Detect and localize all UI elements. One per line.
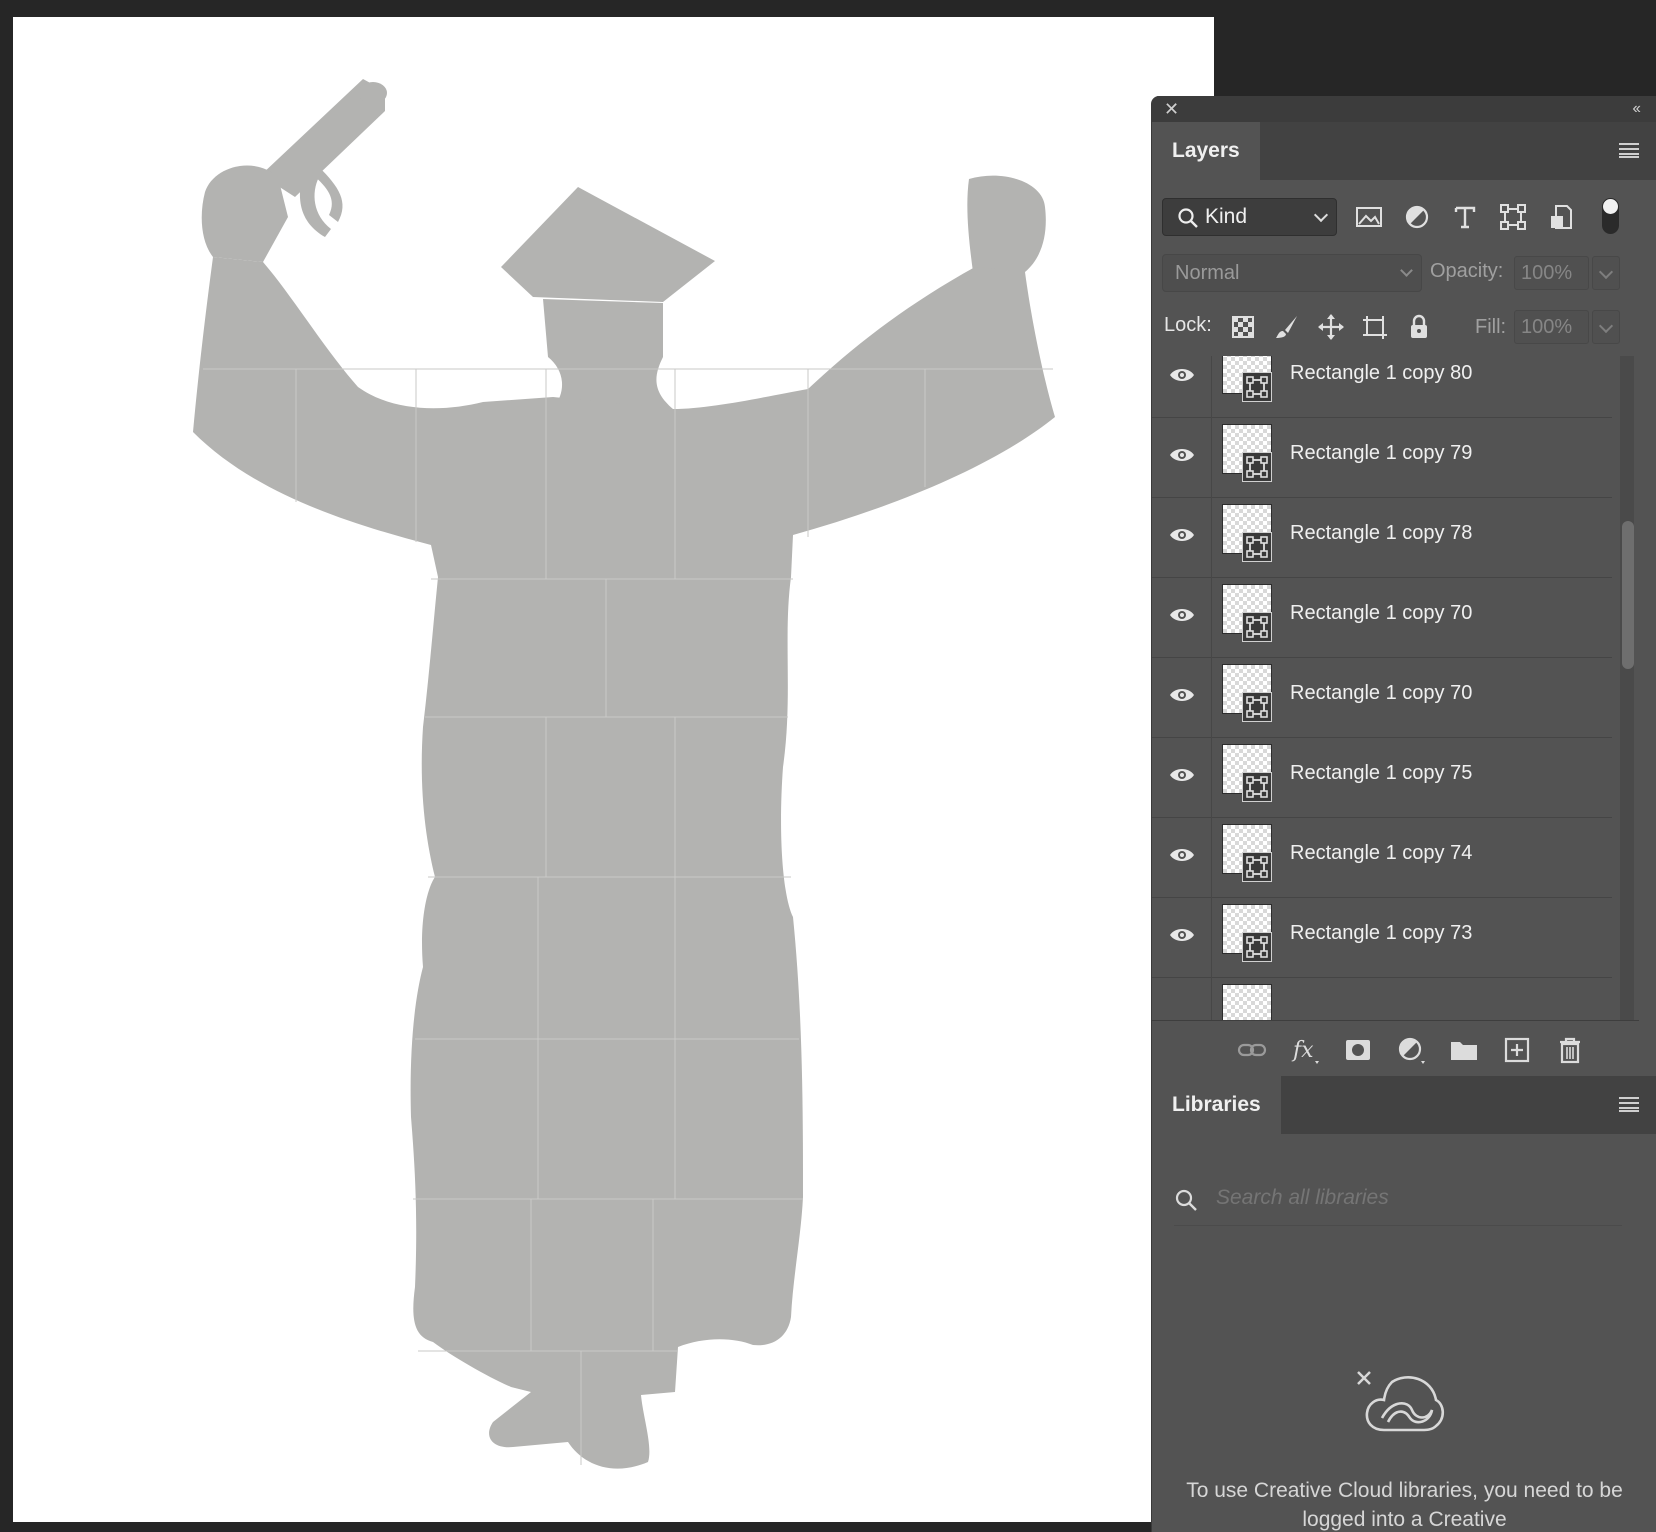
link-icon[interactable]: [1236, 1035, 1268, 1065]
opacity-field[interactable]: 100%: [1514, 256, 1589, 290]
filter-kind-select[interactable]: Kind: [1162, 198, 1337, 236]
layer-name: Rectangle 1 copy 73: [1290, 922, 1473, 944]
layer-row[interactable]: Rectangle 1 copy 70: [1152, 578, 1612, 658]
shape-layer-badge-icon: [1242, 692, 1272, 722]
libraries-login-message: To use Creative Cloud libraries, you nee…: [1186, 1479, 1623, 1531]
fill-field[interactable]: 100%: [1514, 310, 1589, 344]
layer-row[interactable]: Rectangle 1 copy 74: [1152, 818, 1612, 898]
libraries-search-input[interactable]: Search all libraries: [1216, 1186, 1389, 1210]
filter-kind-label: Kind: [1205, 205, 1248, 228]
layer-row[interactable]: Rectangle 1 copy 75: [1152, 738, 1612, 818]
shape-layer-badge-icon: [1242, 852, 1272, 882]
layers-libraries-panel: ✕ ‹‹ Layers Kind Normal Opacity: 100% Lo…: [1151, 96, 1656, 1532]
visibility-toggle[interactable]: [1152, 658, 1212, 738]
layer-name: Rectangle 1 copy 70: [1290, 602, 1473, 624]
visibility-toggle[interactable]: [1152, 898, 1212, 978]
layer-name: Rectangle 1 copy 80: [1290, 362, 1473, 384]
smart-object-filter-icon[interactable]: [1544, 200, 1578, 234]
graduate-silhouette: [193, 79, 1055, 1469]
folder-icon[interactable]: [1448, 1035, 1480, 1065]
layer-row[interactable]: [1152, 978, 1612, 1020]
layer-name: Rectangle 1 copy 78: [1290, 522, 1473, 544]
visibility-toggle[interactable]: [1152, 818, 1212, 898]
shape-layer-badge-icon: [1242, 932, 1272, 962]
menu-icon[interactable]: [1619, 1097, 1639, 1112]
close-icon[interactable]: ✕: [1164, 99, 1179, 119]
document-canvas[interactable]: [13, 17, 1214, 1522]
shape-filter-icon[interactable]: [1496, 200, 1530, 234]
filter-toggle[interactable]: [1602, 198, 1619, 234]
search-icon: [1178, 208, 1198, 228]
adjustment-filter-icon[interactable]: [1400, 200, 1434, 234]
layer-name: Rectangle 1 copy 79: [1290, 442, 1473, 464]
visibility-toggle[interactable]: [1152, 418, 1212, 498]
lock-label: Lock:: [1164, 314, 1212, 336]
visibility-eye-icon: [1170, 449, 1194, 461]
shape-layer-badge-icon: [1242, 532, 1272, 562]
image-filter-icon[interactable]: [1352, 200, 1386, 234]
type-filter-icon[interactable]: [1448, 200, 1482, 234]
visibility-eye-icon: [1170, 849, 1194, 861]
opacity-label: Opacity:: [1430, 260, 1504, 282]
layers-footer-toolbar: fx: [1152, 1020, 1639, 1076]
layers-scrollbar-thumb[interactable]: [1622, 521, 1634, 669]
blend-mode-value: Normal: [1175, 262, 1240, 284]
tab-libraries[interactable]: Libraries: [1152, 1076, 1281, 1134]
lock-all-icon[interactable]: [1404, 312, 1434, 342]
visibility-eye-icon: [1170, 369, 1194, 381]
visibility-eye-icon: [1170, 929, 1194, 941]
layer-name: Rectangle 1 copy 70: [1290, 682, 1473, 704]
shape-layer-badge-icon: [1242, 612, 1272, 642]
visibility-toggle[interactable]: [1152, 498, 1212, 578]
libraries-tab-strip: Libraries: [1152, 1076, 1656, 1134]
layers-tab-strip: Layers: [1152, 122, 1656, 180]
visibility-toggle[interactable]: [1152, 738, 1212, 818]
shape-layer-badge-icon: [1242, 452, 1272, 482]
panel-title-bar: ✕ ‹‹: [1152, 96, 1656, 122]
layer-row[interactable]: Rectangle 1 copy 80: [1152, 356, 1612, 418]
layer-name: Rectangle 1 copy 75: [1290, 762, 1473, 784]
visibility-eye-icon: [1170, 609, 1194, 621]
libraries-search[interactable]: Search all libraries: [1174, 1174, 1622, 1226]
fx-icon[interactable]: fx: [1289, 1035, 1321, 1065]
blend-mode-select[interactable]: Normal: [1162, 254, 1422, 292]
opacity-dropdown[interactable]: [1592, 256, 1620, 290]
creative-cloud-icon: [1357, 1371, 1445, 1432]
lock-artboard-icon[interactable]: [1360, 312, 1390, 342]
new-layer-icon[interactable]: [1501, 1035, 1533, 1065]
search-icon: [1175, 1189, 1197, 1211]
menu-icon[interactable]: [1619, 143, 1639, 158]
visibility-eye-icon: [1170, 769, 1194, 781]
lock-position-icon[interactable]: [1316, 312, 1346, 342]
fill-dropdown[interactable]: [1592, 310, 1620, 344]
svg-text:fx: fx: [1291, 1038, 1314, 1063]
layer-row[interactable]: Rectangle 1 copy 73: [1152, 898, 1612, 978]
mask-icon[interactable]: [1342, 1035, 1374, 1065]
lock-pixels-icon[interactable]: [1228, 312, 1258, 342]
lock-paint-icon[interactable]: [1272, 312, 1302, 342]
layer-thumbnail: [1222, 984, 1272, 1020]
layer-row[interactable]: Rectangle 1 copy 78: [1152, 498, 1612, 578]
visibility-toggle[interactable]: [1152, 578, 1212, 658]
tab-layers[interactable]: Layers: [1152, 122, 1260, 180]
shape-layer-badge-icon: [1242, 772, 1272, 802]
visibility-eye-icon: [1170, 689, 1194, 701]
adjustment-icon[interactable]: [1395, 1035, 1427, 1065]
collapse-icon[interactable]: ‹‹: [1632, 99, 1641, 119]
visibility-eye-icon: [1170, 529, 1194, 541]
layers-scrollbar-track[interactable]: [1620, 356, 1634, 1020]
trash-icon[interactable]: [1554, 1035, 1586, 1065]
shape-layer-badge-icon: [1242, 372, 1272, 402]
chevron-down-icon: [1400, 264, 1413, 277]
visibility-toggle[interactable]: [1152, 356, 1212, 418]
layer-row[interactable]: Rectangle 1 copy 70: [1152, 658, 1612, 738]
fill-label: Fill:: [1475, 316, 1507, 338]
layer-row[interactable]: Rectangle 1 copy 79: [1152, 418, 1612, 498]
layers-list[interactable]: Rectangle 1 copy 80 Rectangle 1 copy 79 …: [1152, 356, 1639, 1020]
chevron-down-icon: [1313, 207, 1329, 223]
visibility-toggle: [1152, 978, 1212, 1020]
layer-name: Rectangle 1 copy 74: [1290, 842, 1473, 864]
